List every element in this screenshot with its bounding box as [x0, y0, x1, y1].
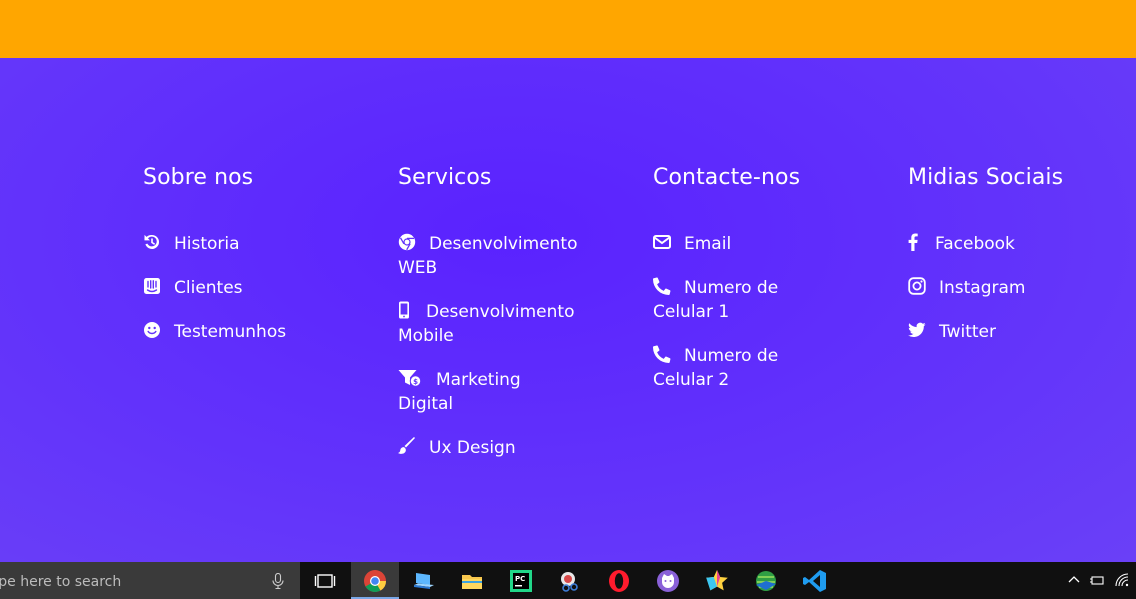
globe-download-icon[interactable]	[753, 568, 779, 594]
show-hidden-icons-chevron-icon[interactable]	[1066, 572, 1082, 588]
mobile-icon	[398, 301, 412, 319]
footer-link-twitter[interactable]: Twitter	[908, 320, 1098, 344]
footer-link-ux-design[interactable]: Ux Design	[398, 436, 578, 460]
envelope-icon	[653, 233, 673, 251]
top-banner	[0, 0, 1136, 58]
chrome-taskbar-icon[interactable]	[362, 568, 388, 594]
paint-brush-icon	[398, 437, 418, 455]
github-desktop-icon[interactable]	[655, 568, 681, 594]
phone-icon	[653, 345, 673, 363]
footer-link-desenvolvimento-mobile[interactable]: Desenvolvimento Mobile	[398, 300, 578, 348]
taskbar-search-box[interactable]: ype here to search	[0, 562, 300, 599]
svg-text:PC: PC	[515, 575, 525, 583]
column-title: Sobre nos	[143, 165, 254, 190]
power-plug-icon[interactable]	[1089, 572, 1105, 588]
microphone-icon[interactable]	[272, 573, 284, 589]
task-view-icon[interactable]	[312, 568, 338, 594]
footer-link-celular-2[interactable]: Numero de Celular 2	[653, 344, 803, 392]
footer-column-servicos: Servicos Desenvolvimento WEB Desenvolvim…	[398, 164, 598, 458]
star-app-icon[interactable]	[704, 568, 730, 594]
instagram-icon	[908, 277, 928, 295]
smile-icon	[143, 321, 163, 339]
footer-link-desenvolvimento-web[interactable]: Desenvolvimento WEB	[398, 232, 578, 280]
windows-taskbar: ype here to search PC	[0, 562, 1136, 599]
twitter-icon	[908, 321, 928, 339]
search-placeholder: ype here to search	[0, 574, 122, 590]
phone-icon	[653, 277, 673, 295]
history-icon	[143, 233, 163, 251]
footer-column-sobre-nos: Sobre nos Historia Clientes Testemunhos	[143, 164, 343, 342]
opera-icon[interactable]	[606, 568, 632, 594]
footer-link-historia[interactable]: Historia	[143, 232, 333, 256]
footer-link-clientes[interactable]: Clientes	[143, 276, 333, 300]
column-title: Midias Sociais	[908, 165, 1064, 190]
facebook-icon	[908, 233, 918, 251]
vscode-icon[interactable]	[802, 568, 828, 594]
footer-link-email[interactable]: Email	[653, 232, 803, 256]
column-title: Servicos	[398, 165, 492, 190]
site-footer: Sobre nos Historia Clientes Testemunhos …	[0, 58, 1136, 562]
footer-column-contacte-nos: Contacte-nos Email Numero de Celular 1 N…	[653, 164, 853, 390]
footer-link-celular-1[interactable]: Numero de Celular 1	[653, 276, 803, 324]
footer-link-testemunhos[interactable]: Testemunhos	[143, 320, 333, 344]
pycharm-icon[interactable]: PC	[508, 568, 534, 594]
footer-column-midias-sociais: Midias Sociais Facebook Instagram Twitte…	[908, 164, 1108, 342]
wifi-icon[interactable]	[1114, 572, 1130, 588]
column-title: Contacte-nos	[653, 165, 801, 190]
footer-link-instagram[interactable]: Instagram	[908, 276, 1098, 300]
svg-text:$: $	[413, 378, 418, 386]
file-explorer-icon[interactable]	[459, 568, 485, 594]
intercom-icon	[143, 277, 163, 295]
laptop-app-icon[interactable]	[411, 568, 437, 594]
footer-link-facebook[interactable]: Facebook	[908, 232, 1098, 256]
footer-link-marketing-digital[interactable]: $ Marketing Digital	[398, 368, 578, 416]
snipping-tool-icon[interactable]	[557, 568, 583, 594]
funnel-dollar-icon: $	[398, 369, 422, 387]
chrome-icon	[398, 233, 418, 251]
